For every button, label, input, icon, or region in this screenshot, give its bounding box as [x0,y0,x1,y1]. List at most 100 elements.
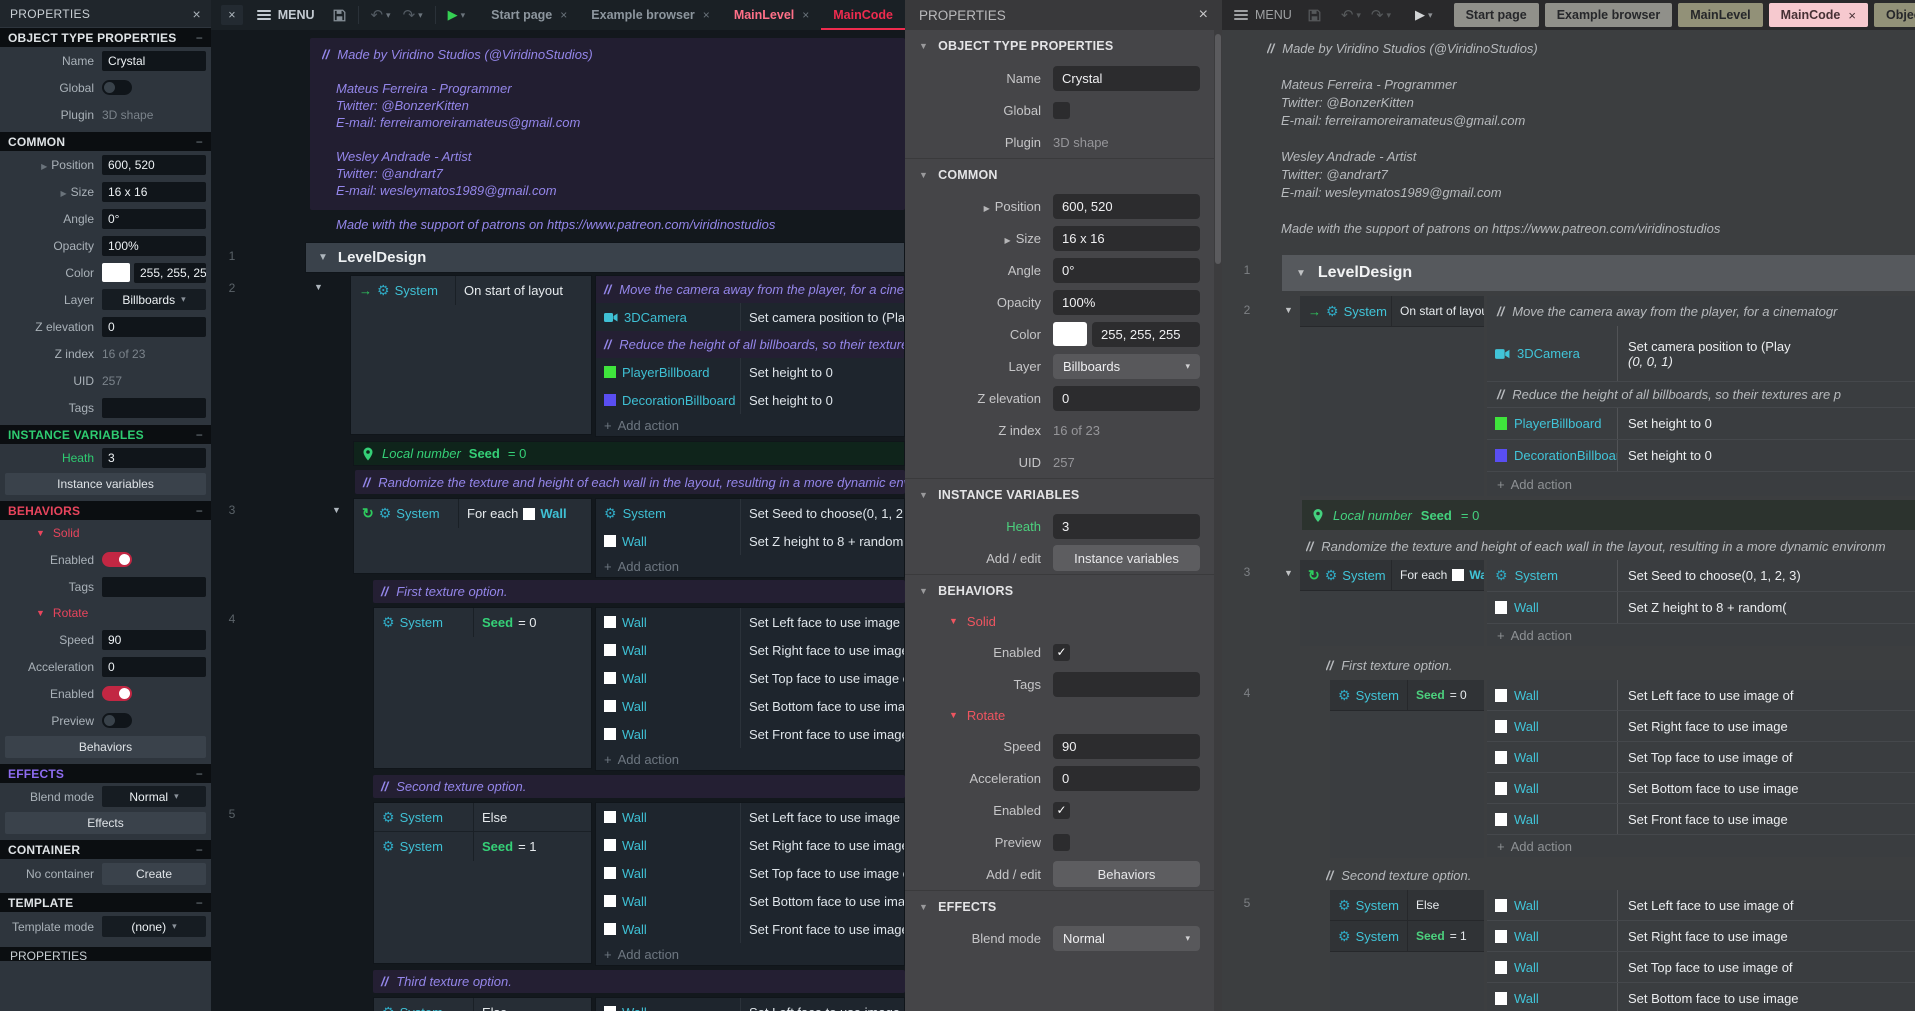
chevron-down-icon[interactable]: ▾ [418,10,423,21]
event-condition[interactable]: →⚙System On start of layout [350,275,592,435]
section-common[interactable]: COMMON− [0,132,211,151]
solid-tags-input[interactable] [1053,672,1200,697]
menu-button[interactable]: MENU [257,8,315,22]
size-input[interactable]: 16 x 16 [102,182,206,202]
blend-mode-dropdown[interactable]: Normal▾ [1053,926,1200,951]
preview-toggle[interactable] [102,713,132,728]
action-row[interactable]: WallSet Z height to 8 + random( [596,527,904,555]
solid-enabled-toggle[interactable] [102,552,132,567]
rotate-enabled-toggle[interactable] [102,686,132,701]
global-toggle[interactable] [102,80,132,95]
comment-block[interactable]: //Randomize the texture and height of ea… [355,470,905,494]
section-common[interactable]: ▼COMMON [905,158,1222,190]
add-action-link[interactable]: +Add action [596,555,904,577]
action-row[interactable]: WallSet Right face to use image [596,636,904,664]
tab-mainlevel[interactable]: MainLevel× [722,0,821,30]
blend-mode-dropdown[interactable]: Normal▾ [102,786,206,807]
comment-block[interactable]: //Second texture option. [373,775,905,798]
chevron-down-icon[interactable]: ▾ [461,10,466,21]
solid-enabled-checkbox[interactable]: ✓ [1053,644,1070,661]
position-input[interactable]: 600, 520 [1053,194,1200,219]
collapse-triangle-icon[interactable]: ▼ [1284,568,1293,578]
z-elevation-input[interactable]: 0 [102,317,206,337]
action-row[interactable]: 3DCamera Set camera position to (Play [596,303,904,331]
color-swatch[interactable] [102,263,130,282]
name-input[interactable]: Crystal [1053,66,1200,91]
section-behaviors[interactable]: BEHAVIORS− [0,501,211,520]
action-row[interactable]: WallSet Front face to use image [596,915,904,943]
group-leveldesign[interactable]: ▼ LevelDesign [1282,255,1915,291]
action-row[interactable]: WallSet Top face to use image of [596,664,904,692]
add-action-link[interactable]: +Add action [596,943,904,965]
color-swatch[interactable] [1053,322,1087,346]
collapse-triangle-icon[interactable]: ▼ [318,252,328,263]
color-input[interactable]: 255, 255, 255 [134,263,206,283]
heath-input[interactable]: 3 [1053,514,1200,539]
action-row[interactable]: ⚙SystemSet Seed to choose(0, 1, 2, 3) [1487,560,1915,592]
panel-scrollbar[interactable] [1214,30,1222,1011]
action-row[interactable]: WallSet Left face to use image of [1487,890,1915,921]
event-condition[interactable]: ⚙SystemElse ⚙SystemSeed= 1 [1330,890,1484,1011]
behaviors-button[interactable]: Behaviors [1053,861,1200,887]
action-row[interactable]: WallSet Bottom face to use image [1487,983,1915,1011]
template-mode-dropdown[interactable]: (none)▾ [102,916,206,937]
comment-block[interactable]: //First texture option. [1326,656,1906,674]
action-row[interactable]: ⚙SystemSet Seed to choose(0, 1, 2, 3) [596,499,904,527]
section-behaviors[interactable]: ▼BEHAVIORS [905,574,1222,606]
comment-block[interactable]: //Third texture option. [373,970,905,993]
rotate-enabled-checkbox[interactable]: ✓ [1053,802,1070,819]
action-row[interactable]: WallSet Left face to use image of [596,998,904,1011]
tags-input[interactable] [102,398,206,418]
preview-checkbox[interactable] [1053,834,1070,851]
behaviors-button[interactable]: Behaviors [5,736,206,758]
angle-input[interactable]: 0° [1053,258,1200,283]
group-leveldesign[interactable]: ▼ LevelDesign [305,242,905,273]
menu-button[interactable]: MENU [1234,8,1292,22]
event-condition[interactable]: →⚙System On start of layout [1300,296,1484,496]
instance-variables-button[interactable]: Instance variables [5,473,206,495]
action-row[interactable]: WallSet Top face to use image of [596,859,904,887]
save-button[interactable] [1308,9,1321,22]
close-icon[interactable]: × [221,5,243,25]
name-input[interactable]: Crystal [102,51,206,71]
speed-input[interactable]: 90 [1053,734,1200,759]
action-row[interactable]: WallSet Left face to use image of [596,608,904,636]
redo-button[interactable]: ↷ [1371,6,1384,24]
event-condition[interactable]: ⚙System Seed= 0 [1330,680,1484,858]
action-row[interactable]: DecorationBillboardSet height to 0 [596,386,904,414]
chevron-down-icon[interactable]: ▾ [1356,10,1361,21]
create-container-button[interactable]: Create [102,863,206,885]
action-comment[interactable]: //Move the camera away from the player, … [1487,296,1915,326]
event-condition[interactable]: ⚙SystemElse [373,997,592,1011]
tab-example-browser[interactable]: Example browser [1545,3,1673,27]
undo-button[interactable]: ↶ [1341,6,1354,24]
acceleration-input[interactable]: 0 [1053,766,1200,791]
acceleration-input[interactable]: 0 [102,657,206,677]
action-comment[interactable]: //Reduce the height of all billboards, s… [1487,382,1915,408]
collapse-triangle-icon[interactable]: ▼ [314,282,323,292]
action-comment[interactable]: //Reduce the height of all billboards, s… [596,331,904,358]
save-button[interactable] [333,9,346,22]
event-condition[interactable]: ⚙System Seed= 0 [373,607,592,769]
close-icon[interactable]: × [193,6,201,22]
tab-maincode[interactable]: MainCode× [1769,3,1868,27]
add-action-link[interactable]: +Add action [596,748,904,770]
action-row[interactable]: WallSet Front face to use image [596,720,904,748]
global-checkbox[interactable] [1053,102,1070,119]
add-action-link[interactable]: +Add action [1487,472,1915,496]
angle-input[interactable]: 0° [102,209,206,229]
action-row[interactable]: WallSet Z height to 8 + random( [1487,592,1915,624]
tab-start-page[interactable]: Start page× [479,0,579,30]
action-row[interactable]: WallSet Bottom face to use image [1487,773,1915,804]
play-button[interactable]: ▶ [1415,7,1425,23]
effects-button[interactable]: Effects [5,812,206,834]
action-comment[interactable]: //Move the camera away from the player, … [596,276,904,303]
action-row[interactable]: WallSet Right face to use image [1487,921,1915,952]
behavior-solid[interactable]: ▼Solid [0,520,211,546]
size-input[interactable]: 16 x 16 [1053,226,1200,251]
heath-input[interactable]: 3 [102,448,206,468]
section-template[interactable]: TEMPLATE− [0,893,211,912]
collapse-triangle-icon[interactable]: ▼ [332,505,341,515]
action-row[interactable]: WallSet Right face to use image [1487,711,1915,742]
tab-object-types[interactable]: Objec [1874,3,1915,27]
